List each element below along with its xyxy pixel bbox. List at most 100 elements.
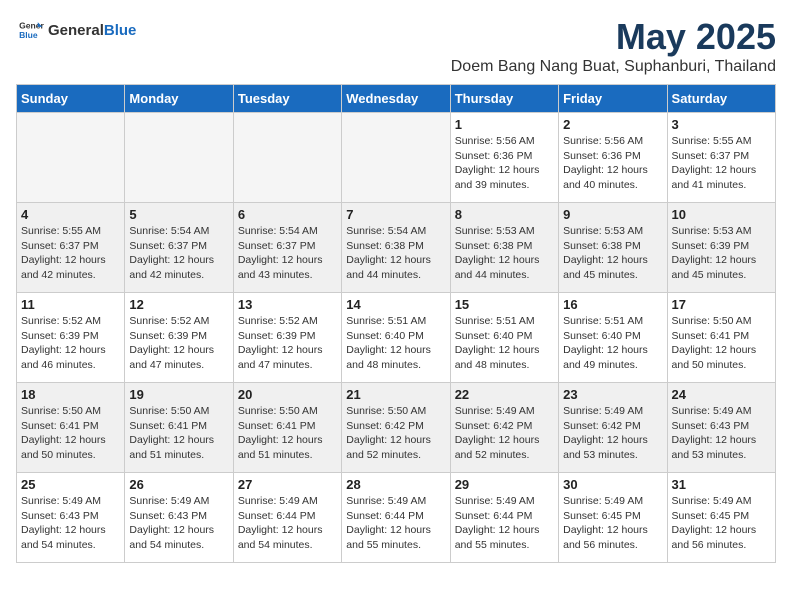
day-number: 6 [238, 207, 337, 222]
calendar-cell: 26 Sunrise: 5:49 AM Sunset: 6:43 PM Dayli… [125, 473, 233, 563]
cell-info: Sunrise: 5:49 AM Sunset: 6:42 PM Dayligh… [455, 404, 554, 463]
calendar-cell [125, 113, 233, 203]
cell-info: Sunrise: 5:49 AM Sunset: 6:44 PM Dayligh… [346, 494, 445, 553]
calendar-cell: 28 Sunrise: 5:49 AM Sunset: 6:44 PM Dayli… [342, 473, 450, 563]
calendar-cell: 27 Sunrise: 5:49 AM Sunset: 6:44 PM Dayli… [233, 473, 341, 563]
cell-info: Sunrise: 5:53 AM Sunset: 6:39 PM Dayligh… [672, 224, 771, 283]
logo-icon: General Blue [16, 16, 44, 44]
day-number: 29 [455, 477, 554, 492]
weekday-header-saturday: Saturday [667, 85, 775, 113]
calendar-week-row: 4Sunrise: 5:55 AM Sunset: 6:37 PM Daylig… [17, 203, 776, 293]
cell-info: Sunrise: 5:50 AM Sunset: 6:41 PM Dayligh… [238, 404, 337, 463]
day-number: 12 [129, 297, 228, 312]
cell-info: Sunrise: 5:52 AM Sunset: 6:39 PM Dayligh… [129, 314, 228, 373]
calendar-cell: 31Sunrise: 5:49 AM Sunset: 6:45 PM Dayli… [667, 473, 775, 563]
day-number: 17 [672, 297, 771, 312]
cell-info: Sunrise: 5:53 AM Sunset: 6:38 PM Dayligh… [455, 224, 554, 283]
weekday-header-wednesday: Wednesday [342, 85, 450, 113]
calendar-cell: 7 Sunrise: 5:54 AM Sunset: 6:38 PM Daylig… [342, 203, 450, 293]
calendar-week-row: 25Sunrise: 5:49 AM Sunset: 6:43 PM Dayli… [17, 473, 776, 563]
calendar-cell: 6 Sunrise: 5:54 AM Sunset: 6:37 PM Daylig… [233, 203, 341, 293]
day-number: 16 [563, 297, 662, 312]
calendar-cell: 22 Sunrise: 5:49 AM Sunset: 6:42 PM Dayli… [450, 383, 558, 473]
cell-info: Sunrise: 5:53 AM Sunset: 6:38 PM Dayligh… [563, 224, 662, 283]
calendar-cell: 15 Sunrise: 5:51 AM Sunset: 6:40 PM Dayli… [450, 293, 558, 383]
day-number: 30 [563, 477, 662, 492]
calendar-week-row: 18 Sunrise: 5:50 AM Sunset: 6:41 PM Dayli… [17, 383, 776, 473]
weekday-header-tuesday: Tuesday [233, 85, 341, 113]
day-number: 31 [672, 477, 771, 492]
calendar-cell: 9 Sunrise: 5:53 AM Sunset: 6:38 PM Daylig… [559, 203, 667, 293]
day-number: 22 [455, 387, 554, 402]
calendar-cell [233, 113, 341, 203]
calendar-cell: 29 Sunrise: 5:49 AM Sunset: 6:44 PM Dayli… [450, 473, 558, 563]
cell-info: Sunrise: 5:49 AM Sunset: 6:43 PM Dayligh… [21, 494, 120, 553]
location-title: Doem Bang Nang Buat, Suphanburi, Thailan… [451, 58, 776, 76]
cell-info: Sunrise: 5:49 AM Sunset: 6:44 PM Dayligh… [455, 494, 554, 553]
day-number: 11 [21, 297, 120, 312]
cell-info: Sunrise: 5:54 AM Sunset: 6:37 PM Dayligh… [238, 224, 337, 283]
weekday-header-friday: Friday [559, 85, 667, 113]
cell-info: Sunrise: 5:49 AM Sunset: 6:43 PM Dayligh… [672, 404, 771, 463]
day-number: 10 [672, 207, 771, 222]
calendar-cell: 14Sunrise: 5:51 AM Sunset: 6:40 PM Dayli… [342, 293, 450, 383]
cell-info: Sunrise: 5:52 AM Sunset: 6:39 PM Dayligh… [21, 314, 120, 373]
cell-info: Sunrise: 5:54 AM Sunset: 6:37 PM Dayligh… [129, 224, 228, 283]
day-number: 24 [672, 387, 771, 402]
weekday-header-monday: Monday [125, 85, 233, 113]
day-number: 19 [129, 387, 228, 402]
logo: General Blue General Blue [16, 16, 136, 44]
day-number: 27 [238, 477, 337, 492]
day-number: 1 [455, 117, 554, 132]
day-number: 28 [346, 477, 445, 492]
cell-info: Sunrise: 5:51 AM Sunset: 6:40 PM Dayligh… [563, 314, 662, 373]
svg-text:Blue: Blue [19, 30, 38, 40]
cell-info: Sunrise: 5:50 AM Sunset: 6:41 PM Dayligh… [129, 404, 228, 463]
cell-info: Sunrise: 5:50 AM Sunset: 6:41 PM Dayligh… [21, 404, 120, 463]
calendar-week-row: 1 Sunrise: 5:56 AM Sunset: 6:36 PM Daylig… [17, 113, 776, 203]
day-number: 18 [21, 387, 120, 402]
weekday-header-row: SundayMondayTuesdayWednesdayThursdayFrid… [17, 85, 776, 113]
cell-info: Sunrise: 5:51 AM Sunset: 6:40 PM Dayligh… [455, 314, 554, 373]
calendar-cell: 3Sunrise: 5:55 AM Sunset: 6:37 PM Daylig… [667, 113, 775, 203]
calendar-cell: 10 Sunrise: 5:53 AM Sunset: 6:39 PM Dayli… [667, 203, 775, 293]
calendar-cell: 13Sunrise: 5:52 AM Sunset: 6:39 PM Dayli… [233, 293, 341, 383]
day-number: 13 [238, 297, 337, 312]
calendar-cell: 24 Sunrise: 5:49 AM Sunset: 6:43 PM Dayli… [667, 383, 775, 473]
calendar-cell: 8Sunrise: 5:53 AM Sunset: 6:38 PM Daylig… [450, 203, 558, 293]
cell-info: Sunrise: 5:54 AM Sunset: 6:38 PM Dayligh… [346, 224, 445, 283]
cell-info: Sunrise: 5:50 AM Sunset: 6:42 PM Dayligh… [346, 404, 445, 463]
logo-general-text: General [48, 22, 104, 39]
calendar-cell: 17Sunrise: 5:50 AM Sunset: 6:41 PM Dayli… [667, 293, 775, 383]
cell-info: Sunrise: 5:56 AM Sunset: 6:36 PM Dayligh… [563, 134, 662, 193]
title-area: May 2025 Doem Bang Nang Buat, Suphanburi… [451, 16, 776, 76]
cell-info: Sunrise: 5:49 AM Sunset: 6:42 PM Dayligh… [563, 404, 662, 463]
cell-info: Sunrise: 5:51 AM Sunset: 6:40 PM Dayligh… [346, 314, 445, 373]
day-number: 23 [563, 387, 662, 402]
calendar-cell: 25Sunrise: 5:49 AM Sunset: 6:43 PM Dayli… [17, 473, 125, 563]
cell-info: Sunrise: 5:49 AM Sunset: 6:43 PM Dayligh… [129, 494, 228, 553]
calendar-cell: 1Sunrise: 5:56 AM Sunset: 6:36 PM Daylig… [450, 113, 558, 203]
calendar-cell: 19 Sunrise: 5:50 AM Sunset: 6:41 PM Dayli… [125, 383, 233, 473]
weekday-header-sunday: Sunday [17, 85, 125, 113]
weekday-header-thursday: Thursday [450, 85, 558, 113]
calendar-cell: 16 Sunrise: 5:51 AM Sunset: 6:40 PM Dayli… [559, 293, 667, 383]
calendar-cell [342, 113, 450, 203]
day-number: 7 [346, 207, 445, 222]
day-number: 9 [563, 207, 662, 222]
calendar-week-row: 11 Sunrise: 5:52 AM Sunset: 6:39 PM Dayli… [17, 293, 776, 383]
day-number: 5 [129, 207, 228, 222]
day-number: 4 [21, 207, 120, 222]
calendar-cell: 21 Sunrise: 5:50 AM Sunset: 6:42 PM Dayli… [342, 383, 450, 473]
day-number: 15 [455, 297, 554, 312]
page-header: General Blue General Blue May 2025 Doem … [16, 16, 776, 76]
calendar-cell: 23 Sunrise: 5:49 AM Sunset: 6:42 PM Dayli… [559, 383, 667, 473]
calendar-cell: 20Sunrise: 5:50 AM Sunset: 6:41 PM Dayli… [233, 383, 341, 473]
calendar-cell: 2Sunrise: 5:56 AM Sunset: 6:36 PM Daylig… [559, 113, 667, 203]
day-number: 26 [129, 477, 228, 492]
day-number: 21 [346, 387, 445, 402]
calendar-cell: 12 Sunrise: 5:52 AM Sunset: 6:39 PM Dayli… [125, 293, 233, 383]
calendar-cell: 30Sunrise: 5:49 AM Sunset: 6:45 PM Dayli… [559, 473, 667, 563]
cell-info: Sunrise: 5:49 AM Sunset: 6:44 PM Dayligh… [238, 494, 337, 553]
calendar-cell [17, 113, 125, 203]
